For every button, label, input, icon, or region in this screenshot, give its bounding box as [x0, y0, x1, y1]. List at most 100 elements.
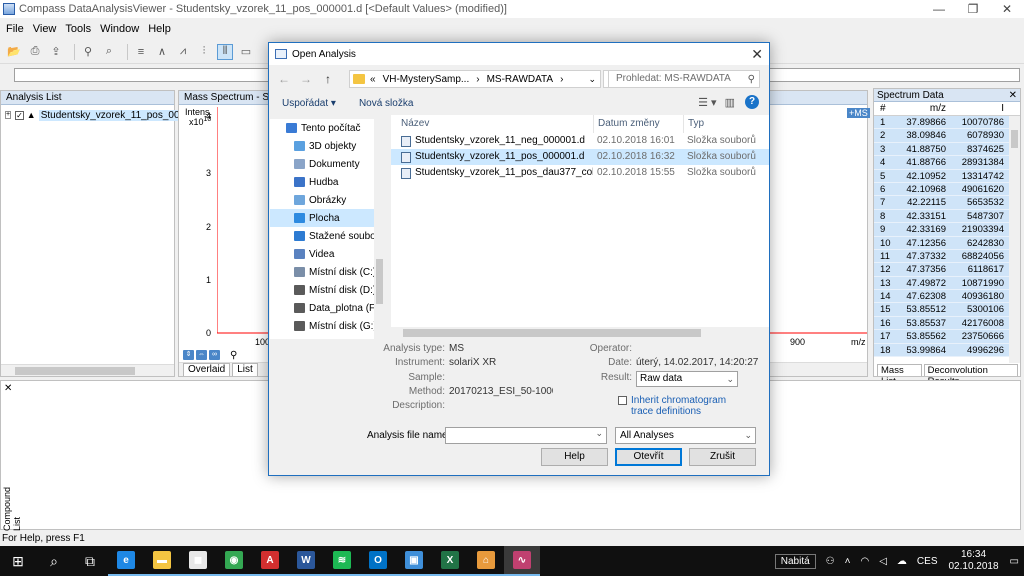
print-icon[interactable]: ⎙: [27, 44, 43, 60]
file-explorer-icon[interactable]: ▬: [144, 546, 180, 576]
wifi-icon[interactable]: ◠: [860, 556, 869, 567]
spectrum-data-row[interactable]: 2 38.09846 6078930: [874, 129, 1020, 143]
tab-list[interactable]: List: [232, 363, 258, 376]
spotify-icon[interactable]: ≋: [324, 546, 360, 576]
breadcrumb-item[interactable]: MS-RAWDATA: [487, 74, 553, 85]
basket-icon[interactable]: ⌂: [468, 546, 504, 576]
help-icon[interactable]: ?: [745, 95, 759, 109]
acrobat-icon[interactable]: A: [252, 546, 288, 576]
expand-icon[interactable]: +: [5, 111, 12, 119]
dataanalysis-icon[interactable]: ∿: [504, 546, 540, 576]
cancel-button[interactable]: Zrušit: [689, 448, 756, 466]
chart-spectrum-icon[interactable]: ⫴: [217, 43, 233, 60]
spectrum-data-row[interactable]: 17 53.85562 23750666: [874, 330, 1020, 344]
nav-item[interactable]: Místní disk (G:): [270, 317, 385, 335]
col-intensity[interactable]: I: [946, 102, 1004, 115]
nav-item[interactable]: Tento počítač: [270, 119, 385, 137]
close-icon[interactable]: ✕: [4, 383, 12, 394]
word-icon[interactable]: W: [288, 546, 324, 576]
nav-item[interactable]: Místní disk (D:): [270, 281, 385, 299]
menu-window[interactable]: Window: [100, 23, 139, 35]
chevron-up-icon[interactable]: ˄: [845, 556, 851, 567]
tab-deconvolution[interactable]: Deconvolution Results: [923, 364, 1018, 387]
analysis-item[interactable]: + ✓ ▲ Studentsky_vzorek_11_pos_00000: [1, 107, 199, 123]
compound-list-title[interactable]: Compound List: [2, 471, 22, 531]
open-button[interactable]: Otevřít: [615, 448, 682, 466]
spectrum-data-row[interactable]: 10 47.12356 6242830: [874, 236, 1020, 250]
address-bar[interactable]: « VH-MysterySamp... › MS-RAWDATA › ⌄: [349, 70, 601, 88]
help-button[interactable]: Help: [541, 448, 608, 466]
analysis-list-hscroll[interactable]: [1, 364, 174, 376]
spectrum-data-row[interactable]: 7 42.22115 5653532: [874, 196, 1020, 210]
chrome-icon[interactable]: ◉: [216, 546, 252, 576]
col-name[interactable]: Název: [391, 115, 593, 133]
breadcrumb-item[interactable]: VH-MysterySamp...: [383, 74, 470, 85]
tab-mass-list[interactable]: Mass List: [877, 364, 922, 387]
analysis-checkbox[interactable]: ✓: [15, 110, 24, 120]
nav-item[interactable]: Videa: [270, 245, 385, 263]
window-icon[interactable]: ▭: [238, 44, 254, 60]
nav-item[interactable]: Plocha: [270, 209, 385, 227]
file-row[interactable]: Studentsky_vzorek_11_pos_000001.d 02.10.2…: [391, 149, 769, 165]
restore-button[interactable]: ❐: [956, 0, 990, 18]
onedrive-icon[interactable]: ☁: [897, 556, 907, 567]
chart-line-icon[interactable]: ≡: [133, 44, 149, 60]
spectrum-data-row[interactable]: 3 41.88750 8374625: [874, 142, 1020, 157]
outlook-icon[interactable]: O: [360, 546, 396, 576]
close-icon[interactable]: ✕: [1009, 89, 1017, 102]
menu-tools[interactable]: Tools: [65, 23, 91, 35]
task-view-icon[interactable]: ⧉: [72, 546, 108, 576]
spectrum-data-row[interactable]: 16 53.85537 42176008: [874, 316, 1020, 331]
nav-item[interactable]: Místní disk (C:): [270, 263, 385, 281]
clock[interactable]: 16:34 02.10.2018: [948, 549, 998, 573]
magnify-icon[interactable]: ⚲: [230, 350, 237, 361]
spectrum-data-row[interactable]: 18 53.99864 4996296: [874, 343, 1020, 358]
nav-item[interactable]: 3D objekty: [270, 137, 385, 155]
col-index[interactable]: #: [874, 102, 894, 115]
export-icon[interactable]: ⇪: [48, 44, 64, 60]
spectrum-data-vscroll[interactable]: [1009, 116, 1020, 363]
inherit-option[interactable]: Inherit chromatogram trace definitions: [618, 395, 731, 417]
link-icon[interactable]: ∞: [209, 350, 220, 360]
inherit-checkbox[interactable]: [618, 396, 627, 405]
col-mz[interactable]: m/z: [894, 102, 946, 115]
zoom-out-icon[interactable]: ⇔: [196, 350, 207, 360]
back-icon[interactable]: ←: [273, 72, 295, 86]
chart-peak-icon[interactable]: ∧: [154, 44, 170, 60]
start-icon[interactable]: ⊞: [0, 546, 36, 576]
file-row[interactable]: Studentsky_vzorek_11_pos_dau377_col15...…: [391, 165, 769, 181]
scroll-thumb[interactable]: [1011, 130, 1018, 148]
spectrum-data-row[interactable]: 15 53.85512 5300106: [874, 303, 1020, 317]
spectrum-data-row[interactable]: 4 41.88766 28931384: [874, 156, 1020, 170]
search-input[interactable]: Prohledat: MS-RAWDATA ⚲: [608, 70, 760, 88]
breadcrumb-overflow[interactable]: «: [370, 74, 376, 85]
nav-item[interactable]: Obrázky: [270, 191, 385, 209]
spectrum-data-row[interactable]: 12 47.37356 6118617: [874, 263, 1020, 277]
chart-bars-icon[interactable]: ⫶: [196, 44, 212, 60]
excel-icon[interactable]: X: [432, 546, 468, 576]
search-icon[interactable]: ⚲: [748, 72, 755, 88]
zoom-in-icon[interactable]: ⇕: [183, 350, 194, 360]
spectrum-data-row[interactable]: 14 47.62308 40936180: [874, 290, 1020, 304]
scroll-thumb[interactable]: [403, 329, 701, 337]
file-list-hscroll[interactable]: [391, 327, 769, 339]
language-indicator[interactable]: CES: [917, 556, 938, 567]
close-button[interactable]: ✕: [990, 0, 1024, 18]
chart-peaks-icon[interactable]: ⩘: [175, 44, 191, 60]
photos-icon[interactable]: ▣: [396, 546, 432, 576]
col-date[interactable]: Datum změny: [593, 115, 683, 133]
zoom-icon[interactable]: ⌕: [101, 44, 117, 60]
menu-view[interactable]: View: [33, 23, 57, 35]
nav-item[interactable]: Data_plotna (F:): [270, 299, 385, 317]
file-row[interactable]: Studentsky_vzorek_11_neg_000001.d 02.10.2…: [391, 133, 769, 149]
preview-pane-icon[interactable]: ▥: [725, 96, 735, 109]
open-folder-icon[interactable]: 📂: [6, 44, 22, 60]
search-icon[interactable]: ⌕: [36, 546, 72, 576]
scroll-thumb[interactable]: [15, 367, 135, 375]
file-type-filter[interactable]: All Analyses ⌄: [615, 427, 756, 444]
spectrum-data-row[interactable]: 5 42.10952 13314742: [874, 169, 1020, 183]
spectrum-data-row[interactable]: 8 42.33151 5487307: [874, 209, 1020, 224]
menu-help[interactable]: Help: [148, 23, 171, 35]
notifications-icon[interactable]: ▭: [1010, 556, 1019, 567]
col-type[interactable]: Typ: [683, 115, 769, 133]
